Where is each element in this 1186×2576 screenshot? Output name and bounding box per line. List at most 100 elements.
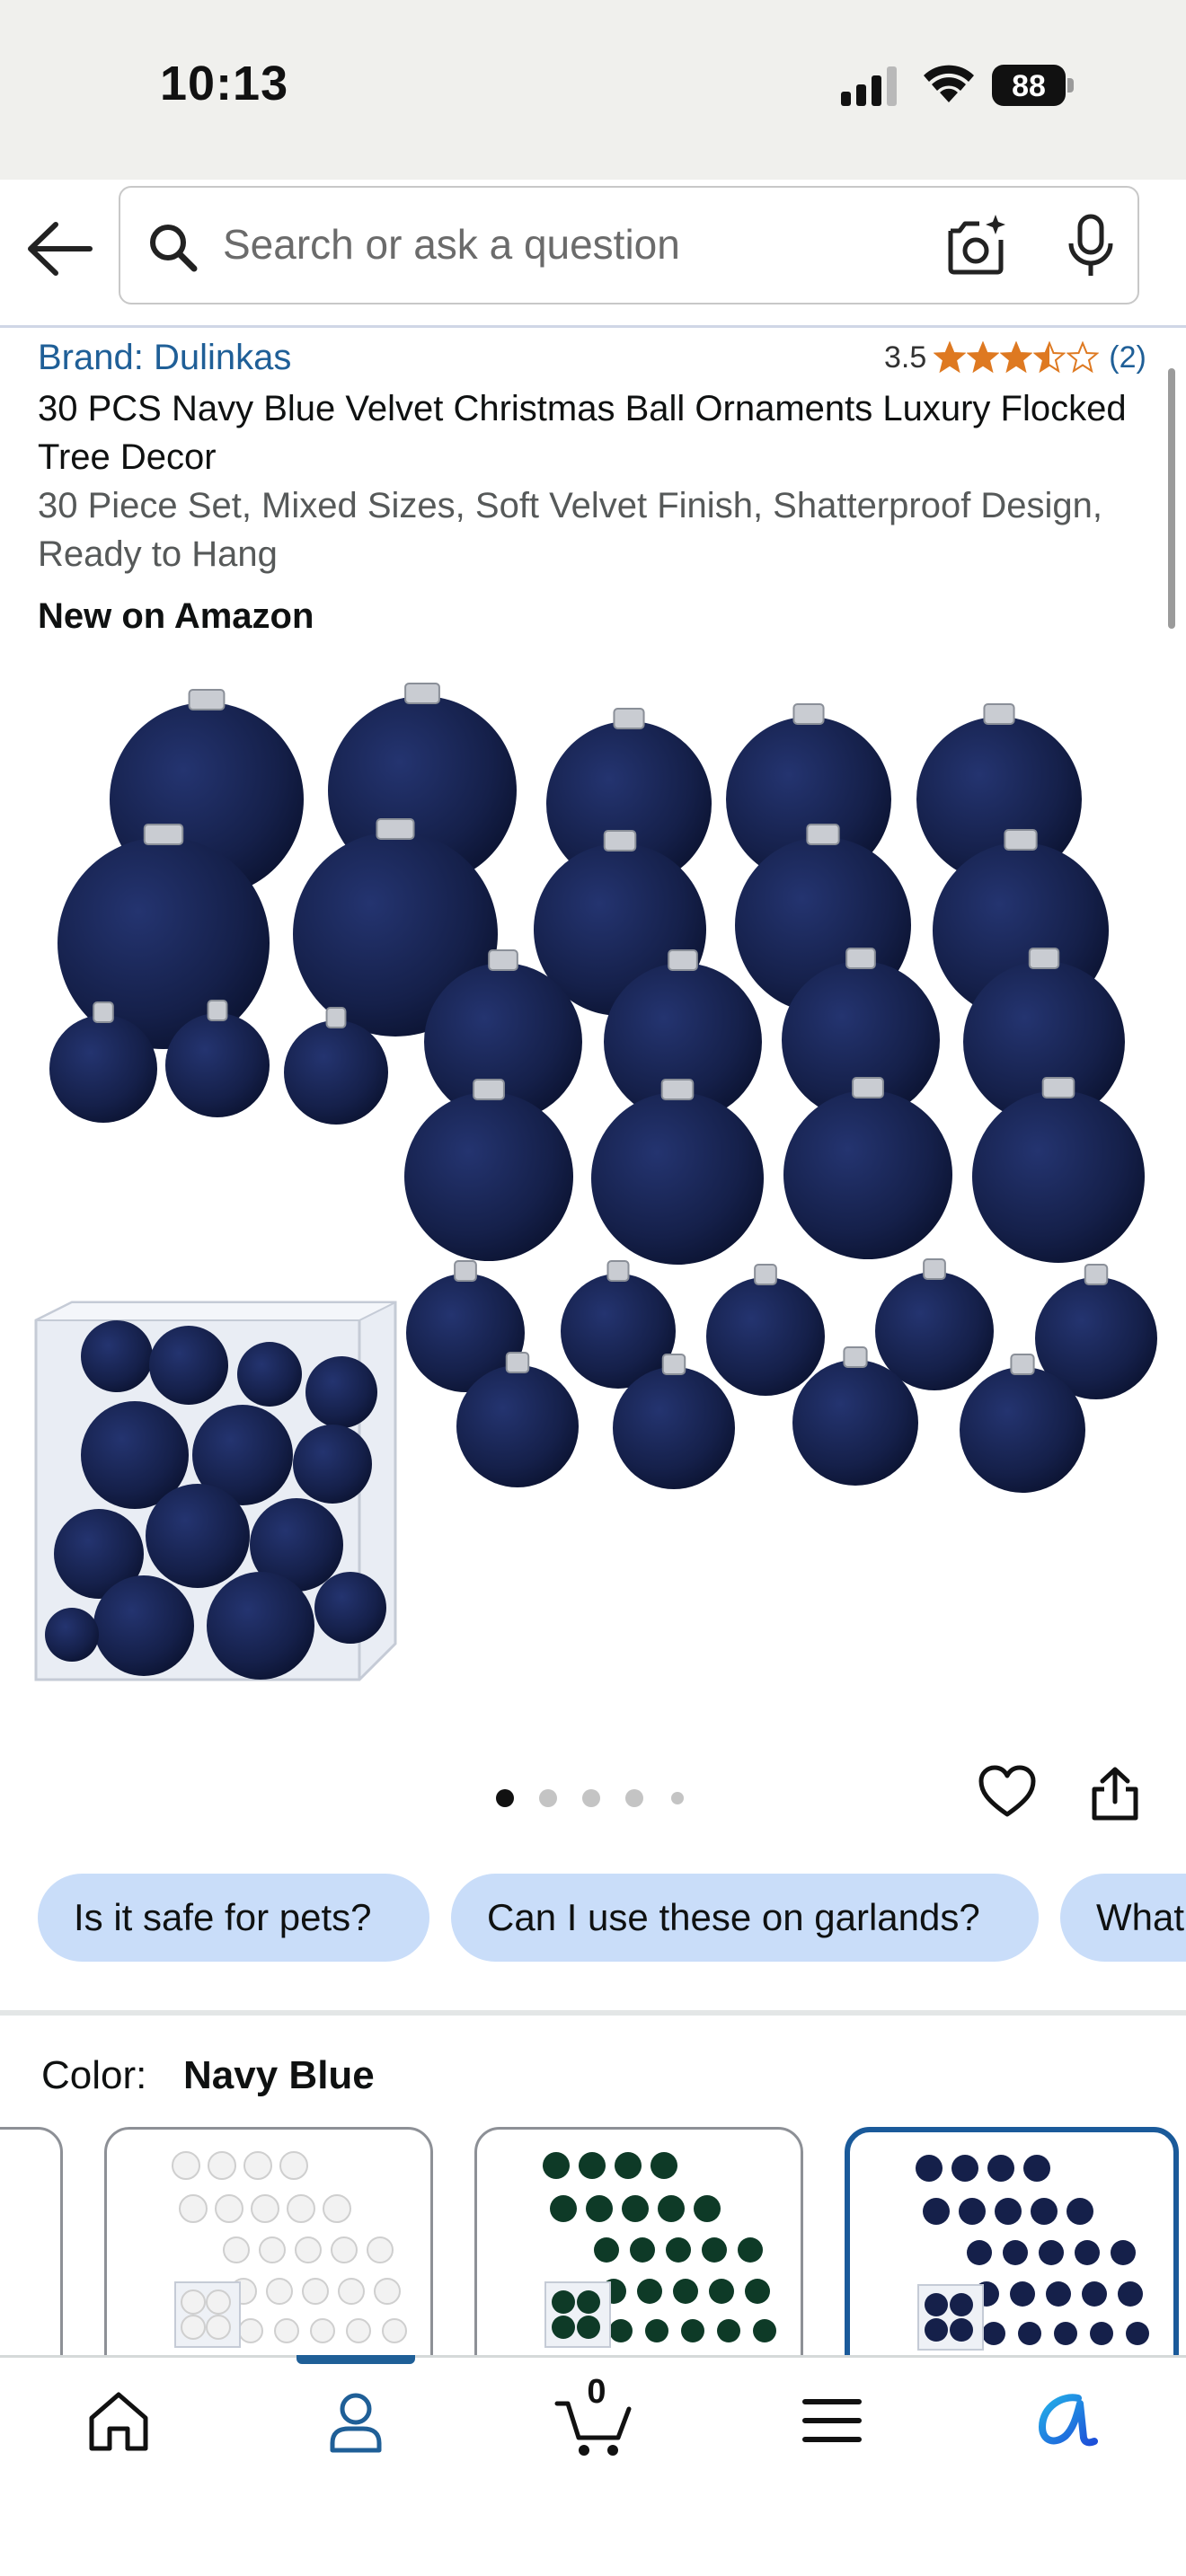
cart-count-badge: 0 bbox=[587, 2373, 606, 2411]
ornament-ball bbox=[972, 1090, 1145, 1263]
product-image[interactable] bbox=[0, 656, 1186, 1716]
pagination-dot[interactable] bbox=[539, 1789, 557, 1807]
ornament-cap bbox=[376, 818, 415, 840]
account-icon[interactable] bbox=[320, 2382, 392, 2459]
ornament-ball bbox=[49, 1015, 157, 1123]
swatch-box bbox=[544, 2281, 611, 2348]
swatch-ornament bbox=[615, 2152, 642, 2179]
ornament-cap bbox=[1004, 829, 1038, 851]
swatch-ornament bbox=[987, 2155, 1014, 2182]
swatch-ornament bbox=[179, 2194, 208, 2223]
swatch-ornament bbox=[673, 2279, 698, 2304]
star-icon bbox=[1067, 341, 1100, 374]
ornament-cap bbox=[603, 830, 637, 851]
swatch-ornament bbox=[959, 2198, 986, 2225]
ornament-cap bbox=[983, 703, 1015, 725]
brand-link[interactable]: Brand: Dulinkas bbox=[38, 338, 291, 378]
swatch-ornament bbox=[651, 2152, 677, 2179]
swatch-ornament bbox=[1082, 2281, 1107, 2307]
swatch-boxed-ornament bbox=[552, 2290, 575, 2314]
home-icon[interactable] bbox=[83, 2382, 155, 2459]
swatch-ornament bbox=[1054, 2322, 1077, 2345]
microphone-icon[interactable] bbox=[1066, 213, 1116, 279]
ornament-cap bbox=[613, 708, 645, 729]
swatch-boxed-ornament bbox=[925, 2293, 948, 2316]
swatch-ornament bbox=[622, 2195, 649, 2222]
search-icon bbox=[150, 225, 198, 272]
swatch-ornament bbox=[681, 2319, 704, 2342]
ornament-ball bbox=[960, 1367, 1085, 1493]
swatch-ornament bbox=[630, 2237, 655, 2263]
swatch-ornament bbox=[338, 2278, 365, 2305]
section-divider bbox=[0, 2010, 1186, 2016]
swatch-ornament bbox=[215, 2194, 243, 2223]
ornament-ball bbox=[404, 1092, 573, 1261]
swatch-ornament bbox=[223, 2236, 250, 2263]
swatch-ornament bbox=[1023, 2155, 1050, 2182]
pagination-dot[interactable] bbox=[625, 1789, 643, 1807]
swatch-ornament bbox=[1075, 2240, 1100, 2265]
ornament-cap bbox=[325, 1007, 347, 1028]
share-icon[interactable] bbox=[1089, 1766, 1141, 1822]
swatch-ornament bbox=[287, 2194, 315, 2223]
product-title: 30 PCS Navy Blue Velvet Christmas Ball O… bbox=[38, 389, 1127, 477]
star-icon bbox=[967, 341, 1000, 374]
rating-summary[interactable]: 3.5 (2) bbox=[884, 338, 1146, 377]
swatch-boxed-ornament bbox=[925, 2318, 948, 2342]
packaging-box-illustration bbox=[34, 1301, 397, 1681]
swatch-boxed-ornament bbox=[552, 2316, 575, 2339]
swatch-ornament bbox=[967, 2240, 992, 2265]
swatch-ornament bbox=[745, 2279, 770, 2304]
boxed-ornament-ball bbox=[45, 1608, 99, 1662]
star-rating bbox=[934, 341, 1100, 374]
ornament-cap bbox=[806, 824, 840, 845]
swatch-ornament bbox=[951, 2155, 978, 2182]
ornament-cap bbox=[668, 949, 698, 971]
ornament-cap bbox=[1084, 1264, 1109, 1285]
ornament-cap bbox=[143, 824, 184, 845]
ornament-cap bbox=[661, 1354, 686, 1375]
pagination-dot[interactable] bbox=[671, 1792, 684, 1804]
ornament-cap bbox=[488, 949, 518, 971]
ornament-ball bbox=[706, 1277, 825, 1396]
back-arrow-icon[interactable] bbox=[23, 219, 93, 278]
ornament-cap bbox=[754, 1264, 777, 1285]
image-pagination[interactable] bbox=[492, 1786, 690, 1811]
swatch-ornament bbox=[637, 2279, 662, 2304]
swatch-ornament bbox=[1090, 2322, 1113, 2345]
ornament-ball bbox=[792, 1360, 918, 1486]
battery-level: 88 bbox=[1012, 69, 1046, 103]
swatch-boxed-ornament bbox=[950, 2293, 973, 2316]
rating-count[interactable]: (2) bbox=[1109, 340, 1146, 375]
swatch-ornament bbox=[995, 2198, 1022, 2225]
swatch-boxed-ornament bbox=[206, 2315, 231, 2340]
swatch-ornament bbox=[302, 2278, 329, 2305]
swatch-ornament bbox=[1003, 2240, 1028, 2265]
swatch-ornament bbox=[579, 2152, 606, 2179]
pagination-dot[interactable] bbox=[582, 1789, 600, 1807]
product-subtitle: 30 Piece Set, Mixed Sizes, Soft Velvet F… bbox=[38, 486, 1103, 574]
swatch-ornament bbox=[172, 2151, 200, 2180]
ornament-cap bbox=[473, 1079, 505, 1100]
ornament-cap bbox=[207, 1000, 228, 1021]
status-time: 10:13 bbox=[160, 57, 289, 110]
swatch-ornament bbox=[923, 2198, 950, 2225]
heart-icon[interactable] bbox=[978, 1764, 1037, 1820]
pagination-dot[interactable] bbox=[496, 1789, 514, 1807]
search-input[interactable]: Search or ask a question bbox=[223, 220, 680, 269]
swatch-boxed-ornament bbox=[206, 2289, 231, 2315]
menu-icon[interactable] bbox=[796, 2382, 868, 2459]
ornament-cap bbox=[93, 1001, 114, 1023]
boxed-ornament-ball bbox=[146, 1484, 250, 1588]
question-chip[interactable]: What bbox=[1060, 1874, 1186, 1962]
swatch-ornament bbox=[295, 2236, 322, 2263]
swatch-ornament bbox=[382, 2318, 407, 2343]
rating-value: 3.5 bbox=[884, 340, 927, 375]
scrollbar[interactable] bbox=[1168, 368, 1175, 629]
rufus-assistant-icon[interactable] bbox=[1031, 2382, 1103, 2459]
question-chip[interactable]: Can I use these on garlands? bbox=[451, 1874, 1039, 1962]
search-bar[interactable]: Search or ask a question bbox=[119, 186, 1139, 304]
camera-lens-icon[interactable] bbox=[945, 213, 1008, 276]
question-chip[interactable]: Is it safe for pets? bbox=[38, 1874, 429, 1962]
ornament-cap bbox=[1041, 1077, 1075, 1098]
